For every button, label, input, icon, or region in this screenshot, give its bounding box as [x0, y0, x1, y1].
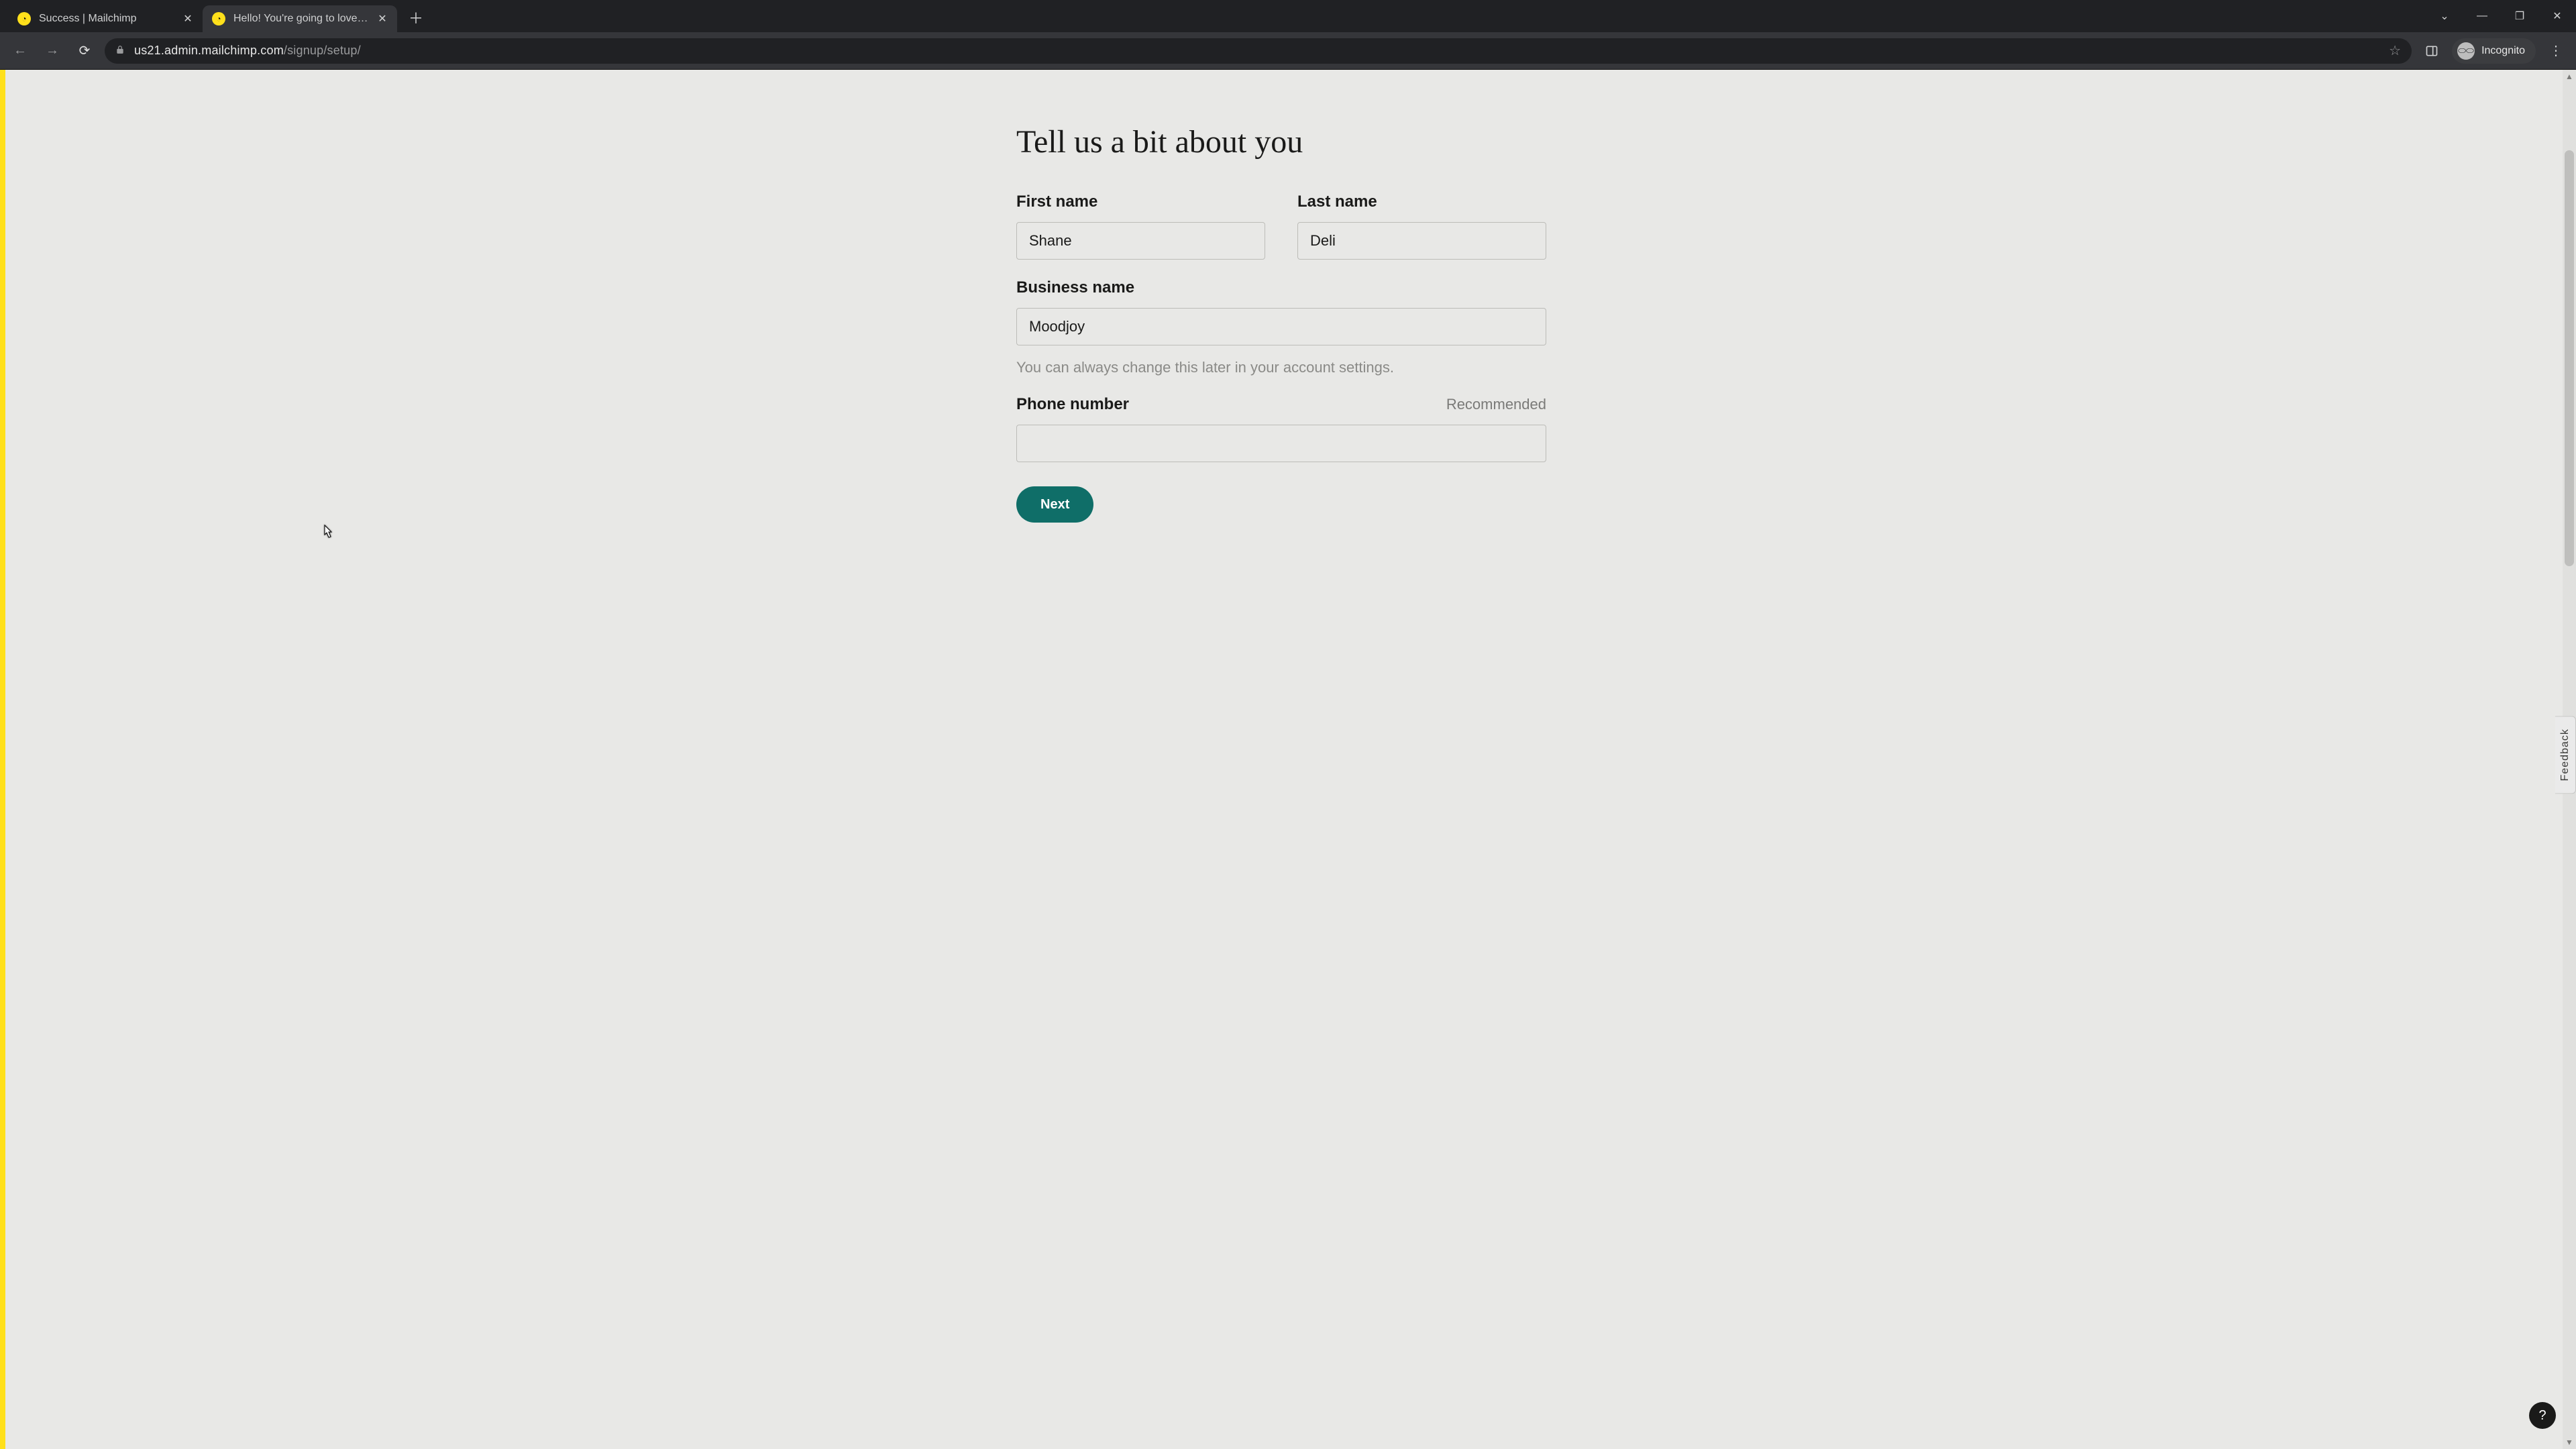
maximize-icon[interactable]: ❐ — [2501, 0, 2538, 32]
reload-button[interactable]: ⟳ — [72, 39, 97, 63]
first-name-input[interactable] — [1016, 222, 1265, 260]
signup-form: Tell us a bit about you First name Last … — [1016, 123, 1546, 1449]
new-tab-button[interactable]: ＋ — [404, 5, 428, 30]
feedback-tab[interactable]: Feedback — [2555, 716, 2576, 794]
minimize-icon[interactable]: ― — [2463, 0, 2501, 32]
page-viewport: ▲ ▼ Tell us a bit about you First name L… — [0, 69, 2576, 1449]
tab-success[interactable]: ◔ Success | Mailchimp ✕ — [8, 5, 203, 32]
phone-field-group: Phone number Recommended — [1016, 395, 1546, 462]
browser-titlebar: ◔ Success | Mailchimp ✕ ◔ Hello! You're … — [0, 0, 2576, 32]
mailchimp-favicon-icon: ◔ — [17, 12, 31, 25]
scroll-down-icon[interactable]: ▼ — [2563, 1436, 2576, 1449]
browser-menu-button[interactable]: ⋮ — [2544, 42, 2568, 59]
close-icon[interactable]: ✕ — [377, 13, 388, 24]
browser-toolbar: ← → ⟳ us21.admin.mailchimp.com/signup/se… — [0, 32, 2576, 69]
close-icon[interactable]: ✕ — [182, 13, 193, 24]
last-name-field-group: Last name — [1297, 193, 1546, 260]
tab-title: Hello! You're going to love it he — [233, 13, 369, 25]
incognito-indicator[interactable]: ⬭⬭ Incognito — [2452, 38, 2536, 64]
mailchimp-favicon-icon: ◔ — [212, 12, 225, 25]
phone-input[interactable] — [1016, 425, 1546, 462]
url-text: us21.admin.mailchimp.com/signup/setup/ — [134, 44, 361, 58]
last-name-input[interactable] — [1297, 222, 1546, 260]
phone-recommended-hint: Recommended — [1446, 396, 1546, 413]
business-name-hint: You can always change this later in your… — [1016, 359, 1546, 376]
scrollbar-thumb[interactable] — [2565, 150, 2574, 566]
business-name-input[interactable] — [1016, 308, 1546, 345]
window-close-icon[interactable]: ✕ — [2538, 0, 2576, 32]
phone-label: Phone number — [1016, 395, 1129, 414]
business-name-field-group: Business name You can always change this… — [1016, 278, 1546, 376]
tab-hello[interactable]: ◔ Hello! You're going to love it he ✕ — [203, 5, 397, 32]
forward-button[interactable]: → — [40, 39, 64, 63]
back-button[interactable]: ← — [8, 39, 32, 63]
page-title: Tell us a bit about you — [1016, 123, 1546, 160]
scroll-up-icon[interactable]: ▲ — [2563, 70, 2576, 83]
business-name-label: Business name — [1016, 278, 1546, 297]
lock-icon — [115, 45, 125, 56]
tab-search-icon[interactable]: ⌄ — [2426, 0, 2463, 32]
last-name-label: Last name — [1297, 193, 1546, 211]
side-panel-icon[interactable] — [2420, 39, 2444, 63]
help-fab[interactable]: ? — [2529, 1402, 2556, 1429]
bookmark-star-icon[interactable]: ☆ — [2389, 42, 2401, 59]
first-name-label: First name — [1016, 193, 1265, 211]
tab-title: Success | Mailchimp — [39, 13, 174, 25]
next-button[interactable]: Next — [1016, 486, 1093, 523]
incognito-mask-icon: ⬭⬭ — [2457, 42, 2475, 60]
incognito-label: Incognito — [2481, 45, 2525, 57]
first-name-field-group: First name — [1016, 193, 1265, 260]
address-bar[interactable]: us21.admin.mailchimp.com/signup/setup/ ☆ — [105, 38, 2412, 64]
